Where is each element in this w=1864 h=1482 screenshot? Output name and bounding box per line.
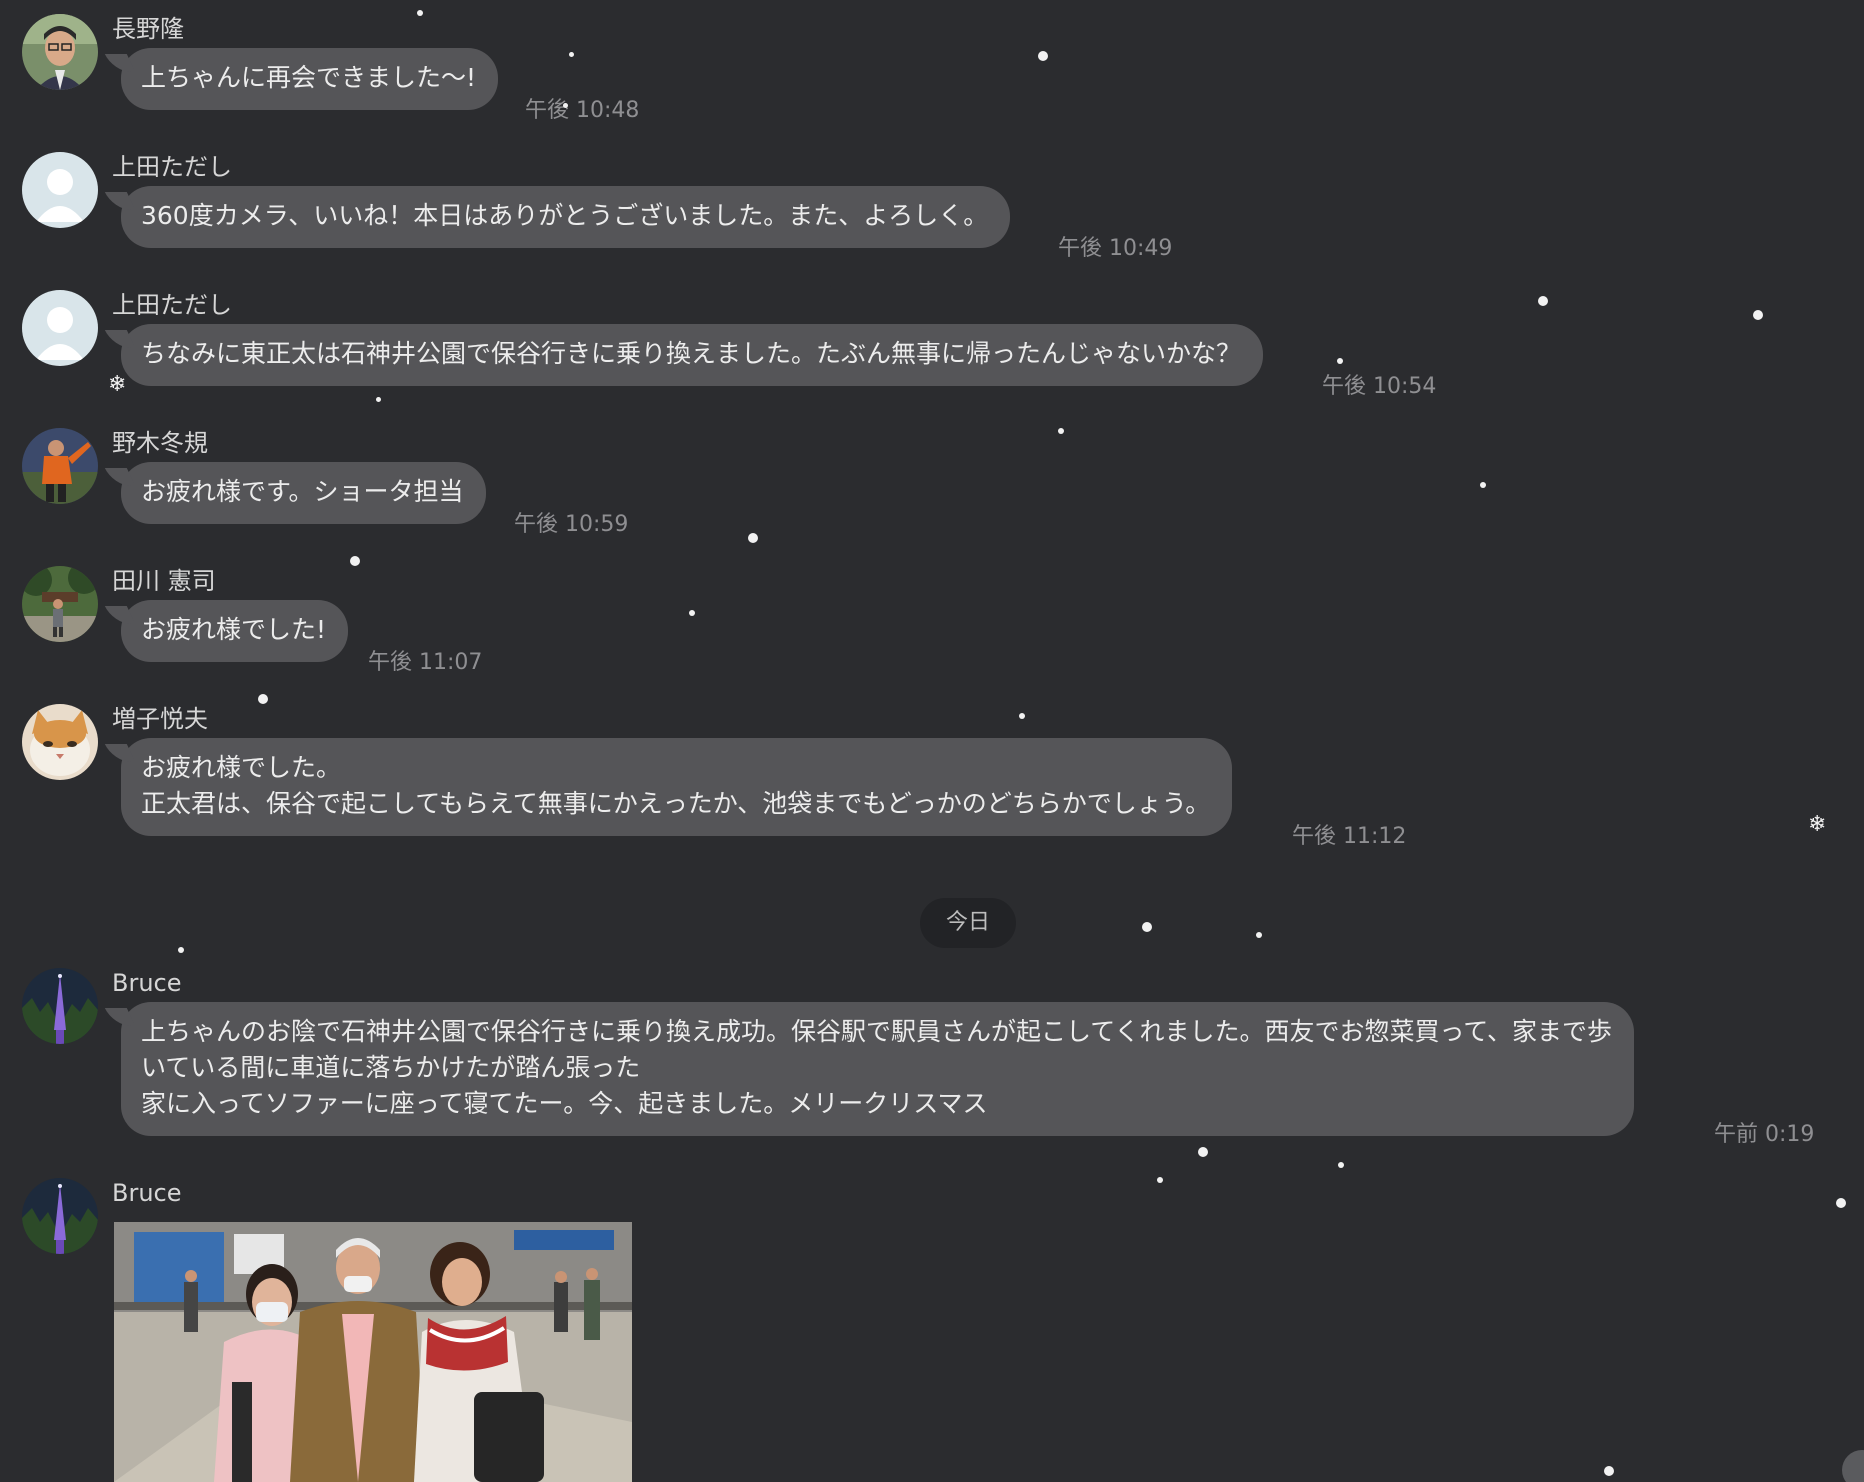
snow-particle bbox=[1038, 51, 1048, 61]
message-bubble[interactable]: 360度カメラ、いいね！本日はありがとうございました。また、よろしく。 bbox=[121, 186, 1011, 248]
sender-name: 増子悦夫 bbox=[112, 705, 208, 733]
snowflake-icon: ❄ bbox=[108, 372, 127, 397]
message-timestamp: 午後 10:48 bbox=[525, 98, 640, 123]
snow-particle bbox=[1480, 482, 1486, 488]
snow-particle bbox=[1337, 358, 1343, 364]
message-text: お疲れ様でした! bbox=[141, 615, 327, 644]
avatar-photo-lit-tower-icon bbox=[22, 1178, 98, 1254]
avatar[interactable] bbox=[22, 968, 98, 1044]
message-timestamp: 午後 10:59 bbox=[514, 512, 629, 537]
snow-particle bbox=[1338, 1162, 1344, 1168]
avatar-photo-person-in-park-icon bbox=[22, 566, 98, 642]
message-bubble[interactable]: お疲れ様でした。 正太君は、保谷で起こしてもらえて無事にかえったか、池袋までもど… bbox=[121, 738, 1233, 836]
avatar[interactable] bbox=[22, 1178, 98, 1254]
snow-particle bbox=[1157, 1177, 1163, 1183]
snow-particle bbox=[748, 533, 758, 543]
snow-particle bbox=[350, 556, 360, 566]
snow-particle bbox=[563, 103, 568, 108]
avatar[interactable] bbox=[22, 14, 98, 90]
message-text: いている間に車道に落ちかけたが踏ん張った bbox=[141, 1053, 641, 1082]
avatar[interactable] bbox=[22, 704, 98, 780]
message-text: ちなみに東正太は石神井公園で保谷行きに乗り換えました。たぶん無事に帰ったんじゃな… bbox=[141, 339, 1242, 368]
message-bubble[interactable]: 上ちゃんに再会できました〜! bbox=[121, 48, 499, 110]
avatar[interactable] bbox=[22, 152, 98, 228]
message-text: 家に入ってソファーに座って寝てたー。今、起きました。メリークリスマス bbox=[141, 1089, 988, 1118]
snow-particle bbox=[1604, 1466, 1614, 1476]
default-avatar-icon bbox=[22, 152, 98, 228]
avatar-photo-soccer-player-icon bbox=[22, 428, 98, 504]
date-divider: 今日 bbox=[920, 898, 1016, 948]
message-bubble[interactable]: お疲れ様でした! bbox=[121, 600, 349, 662]
snow-particle bbox=[258, 694, 268, 704]
snow-particle bbox=[417, 10, 423, 16]
avatar[interactable] bbox=[22, 428, 98, 504]
avatar-photo-man-icon bbox=[22, 14, 98, 90]
snow-particle bbox=[1753, 310, 1763, 320]
avatar-photo-cat-icon bbox=[22, 704, 98, 780]
message-text: 360度カメラ、いいね！本日はありがとうございました。また、よろしく。 bbox=[141, 201, 989, 230]
avatar[interactable] bbox=[22, 290, 98, 366]
message-text: 上ちゃんのお陰で石神井公園で保谷行きに乗り換え成功。保谷駅で駅員さんが起こしてく… bbox=[141, 1017, 1613, 1046]
message-timestamp: 午後 11:12 bbox=[1292, 824, 1407, 849]
message-bubble[interactable]: お疲れ様です。ショータ担当 bbox=[121, 462, 486, 524]
sender-name: 野木冬規 bbox=[112, 429, 208, 457]
avatar-photo-lit-tower-icon bbox=[22, 968, 98, 1044]
avatar[interactable] bbox=[22, 566, 98, 642]
snow-particle bbox=[1019, 713, 1025, 719]
message-text: お疲れ様です。ショータ担当 bbox=[141, 477, 464, 506]
message-timestamp: 午後 10:49 bbox=[1058, 236, 1173, 261]
snow-particle bbox=[1058, 428, 1064, 434]
snow-particle bbox=[569, 52, 574, 57]
message-timestamp: 午後 11:07 bbox=[368, 650, 483, 675]
message-text: お疲れ様でした。 bbox=[141, 753, 342, 782]
photo-three-people-station-icon bbox=[114, 1222, 632, 1482]
snow-particle bbox=[1836, 1198, 1846, 1208]
sender-name: 長野隆 bbox=[112, 15, 184, 43]
snowflake-icon: ❄ bbox=[1808, 812, 1827, 837]
snow-particle bbox=[1142, 922, 1152, 932]
chat-view: 長野隆 上ちゃんに再会できました〜! 午後 10:48 上田ただし 360度カメ… bbox=[0, 0, 1864, 1482]
scroll-to-bottom-button[interactable] bbox=[1842, 1450, 1864, 1482]
sender-name: 上田ただし bbox=[112, 153, 232, 181]
snow-particle bbox=[178, 947, 184, 953]
message-timestamp: 午後 10:54 bbox=[1322, 374, 1437, 399]
snow-particle bbox=[1198, 1147, 1208, 1157]
message-bubble[interactable]: ちなみに東正太は石神井公園で保谷行きに乗り換えました。たぶん無事に帰ったんじゃな… bbox=[121, 324, 1264, 386]
message-bubble[interactable]: 上ちゃんのお陰で石神井公園で保谷行きに乗り換え成功。保谷駅で駅員さんが起こしてく… bbox=[121, 1002, 1635, 1136]
snow-particle bbox=[376, 397, 381, 402]
sender-name: 上田ただし bbox=[112, 291, 232, 319]
sender-name: Bruce bbox=[112, 969, 182, 997]
snow-particle bbox=[1256, 932, 1262, 938]
default-avatar-icon bbox=[22, 290, 98, 366]
message-timestamp: 午前 0:19 bbox=[1714, 1122, 1815, 1147]
message-text: 正太君は、保谷で起こしてもらえて無事にかえったか、池袋までもどっかのどちらかでし… bbox=[141, 789, 1211, 818]
sender-name: Bruce bbox=[112, 1179, 182, 1207]
shared-photo[interactable] bbox=[114, 1222, 632, 1482]
message-text: 上ちゃんに再会できました〜! bbox=[141, 63, 477, 92]
snow-particle bbox=[689, 610, 695, 616]
snow-particle bbox=[1538, 296, 1548, 306]
sender-name: 田川 憲司 bbox=[112, 567, 216, 595]
